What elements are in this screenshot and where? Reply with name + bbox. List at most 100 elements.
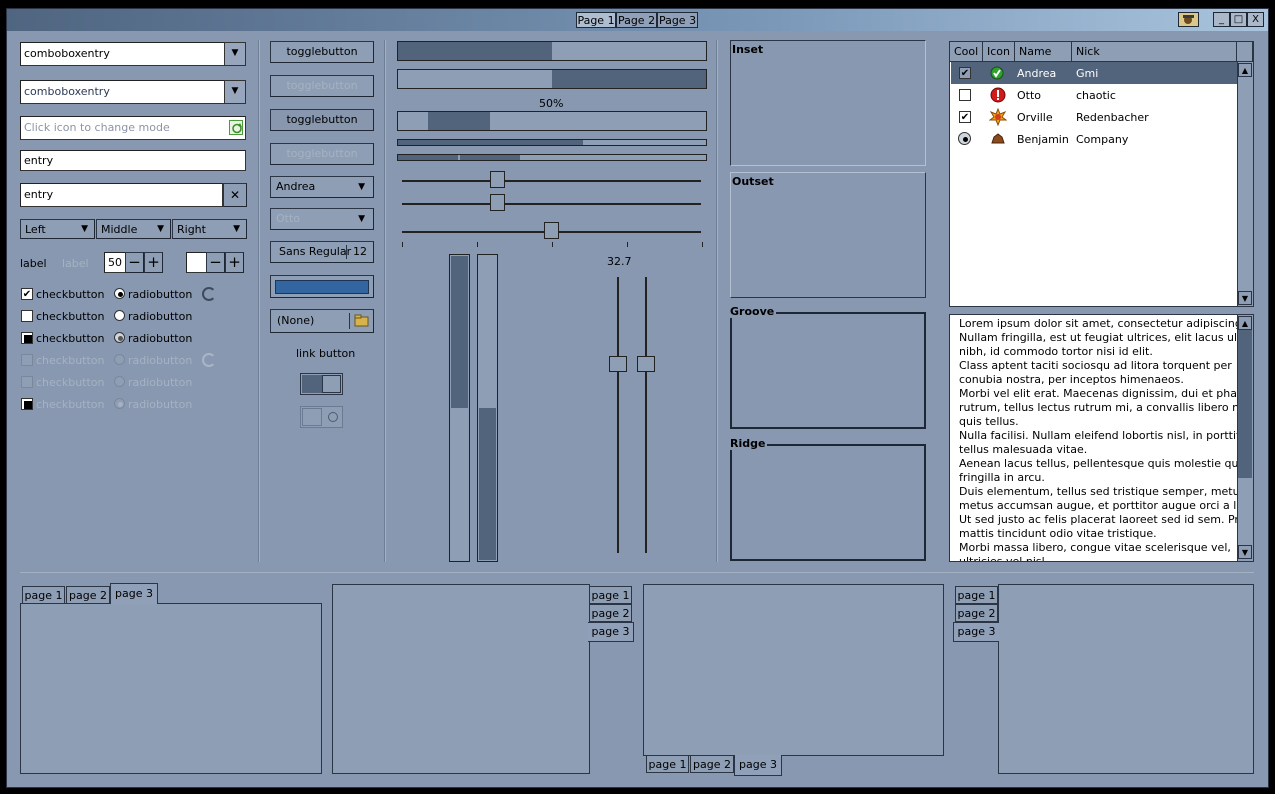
comboboxentry-1[interactable]: comboboxentry [20,42,225,66]
checkbutton-label: checkbutton [36,310,105,323]
frame-inset [730,40,926,166]
font-button[interactable]: Sans Regular 12 [270,241,374,263]
notebook-2-page [332,584,590,774]
combo1-arrow-icon[interactable]: ▼ [224,42,246,66]
checkbox-inconsistent[interactable] [21,332,33,344]
column-header-nick[interactable]: Nick [1072,42,1237,62]
cool-checkbox[interactable]: ✔ [959,111,971,123]
notebook-4-tab-2[interactable]: page 2 [955,604,998,622]
vscale-thumb-1[interactable] [609,356,627,372]
title-tab-page1[interactable]: Page 1 [576,12,616,28]
scroll-up-icon[interactable]: ▲ [1238,316,1252,330]
hscale-thumb-3[interactable] [544,222,559,239]
minimize-button[interactable]: _ [1213,12,1230,27]
checkbutton-label-disabled: checkbutton [36,398,105,411]
switch-on[interactable] [300,373,343,395]
vscale-track-1 [617,277,619,553]
check-circle-icon [990,66,1004,83]
clear-icon[interactable]: ✕ [223,183,247,207]
scroll-thumb[interactable] [1238,330,1252,478]
column-header-icon[interactable]: Icon [983,42,1015,62]
spin-value[interactable]: 50 [104,252,126,273]
tick-mark [477,242,478,247]
scroll-up-icon[interactable]: ▲ [1238,63,1252,77]
color-button[interactable] [270,275,374,298]
frame-outset-label: Outset [732,175,774,188]
progress-bar-activity [397,111,707,131]
notebook-2-tab-3[interactable]: page 3 [588,622,634,642]
frame-groove-label: Groove [730,305,777,318]
vprogress-2 [477,254,498,562]
spin2-plus-button[interactable]: + [225,252,244,273]
spin-minus-button[interactable]: − [125,252,144,273]
title-tab-page2[interactable]: Page 2 [616,12,657,28]
checkbox-checked[interactable]: ✔ [21,288,33,300]
spin-empty[interactable] [186,252,207,273]
combo-andrea-label: Andrea [276,180,316,193]
icon-entry[interactable]: Click icon to change mode [20,116,246,140]
togglebutton-1[interactable]: togglebutton [270,41,374,63]
notebook-3-tab-2[interactable]: page 2 [690,755,734,773]
checkbox-unchecked[interactable] [21,310,33,322]
app-menu-icon[interactable] [1178,12,1199,27]
text-line: fringilla in arcu. [959,471,1045,484]
cool-radio[interactable] [958,132,971,145]
notebook-2-tab-2[interactable]: page 2 [589,604,632,622]
comboboxentry-2[interactable]: comboboxentry [20,80,225,104]
notebook-1-tab-1[interactable]: page 1 [22,586,65,604]
column-header-cool[interactable]: Cool [950,42,983,62]
notebook-1-tab-3[interactable]: page 3 [110,583,158,604]
notebook-3-tab-3[interactable]: page 3 [734,755,782,776]
radio-selected[interactable] [114,288,125,299]
combo2-arrow-icon[interactable]: ▼ [224,80,246,104]
combo-left[interactable]: Left ▼ [20,219,95,239]
column-header-name[interactable]: Name [1015,42,1072,62]
entry-1[interactable]: entry [20,150,246,171]
notebook-2-tab-1[interactable]: page 1 [589,586,632,604]
text-view[interactable]: Lorem ipsum dolor sit amet, consectetur … [949,314,1254,562]
combo-right[interactable]: Right ▼ [172,219,247,239]
file-chooser-button[interactable]: (None) [270,309,374,333]
notebook-4-tab-1[interactable]: page 1 [955,586,998,604]
text-line: Lorem ipsum dolor sit amet, consectetur … [959,317,1254,330]
title-tab-page3[interactable]: Page 3 [657,12,698,28]
combo-otto-disabled: Otto ▼ [270,208,374,230]
hscale-thumb-1[interactable] [490,171,505,188]
text-line: ultricies vel nisl. [959,555,1049,562]
vscale-thumb-2[interactable] [637,356,655,372]
notebook-4-tab-3[interactable]: page 3 [953,622,999,642]
link-button[interactable]: link button [296,347,355,360]
vscale-track-2 [645,277,647,553]
notebook-3-tab-1[interactable]: page 1 [646,755,689,773]
tree-scrollbar[interactable] [1237,62,1253,306]
separator [20,572,1254,573]
togglebutton-3[interactable]: togglebutton [270,109,374,131]
hscale-thumb-2[interactable] [490,194,505,211]
refresh-icon[interactable] [229,120,243,135]
combo-andrea[interactable]: Andrea ▼ [270,176,374,198]
cool-checkbox[interactable] [959,89,971,101]
togglebutton-2-disabled: togglebutton [270,75,374,97]
chevron-down-icon: ▼ [233,224,240,234]
font-name: Sans Regular [279,245,352,258]
notebook-1-tab-2[interactable]: page 2 [66,586,110,604]
radio-inconsistent[interactable] [114,332,125,343]
cool-checkbox[interactable]: ✔ [959,67,971,79]
spin-plus-button[interactable]: + [144,252,163,273]
spin2-minus-button[interactable]: − [206,252,225,273]
file-chooser-divider [349,313,350,329]
maximize-button[interactable]: □ [1230,12,1247,27]
tick-mark [402,242,403,247]
scroll-down-icon[interactable]: ▼ [1238,545,1252,559]
radio-unselected[interactable] [114,310,125,321]
scroll-down-icon[interactable]: ▼ [1238,291,1252,305]
row-name: Orville [1017,111,1053,124]
hscale-track-2 [402,203,701,205]
frame-ridge [730,444,926,561]
frame-outset [730,172,926,298]
checkbutton-label-disabled: checkbutton [36,354,105,367]
combo-middle[interactable]: Middle ▼ [96,219,171,239]
entry-2[interactable]: entry [20,183,223,207]
text-line: mattis tincidunt odio vitae tristique. [959,527,1157,540]
close-button[interactable]: X [1247,12,1264,27]
